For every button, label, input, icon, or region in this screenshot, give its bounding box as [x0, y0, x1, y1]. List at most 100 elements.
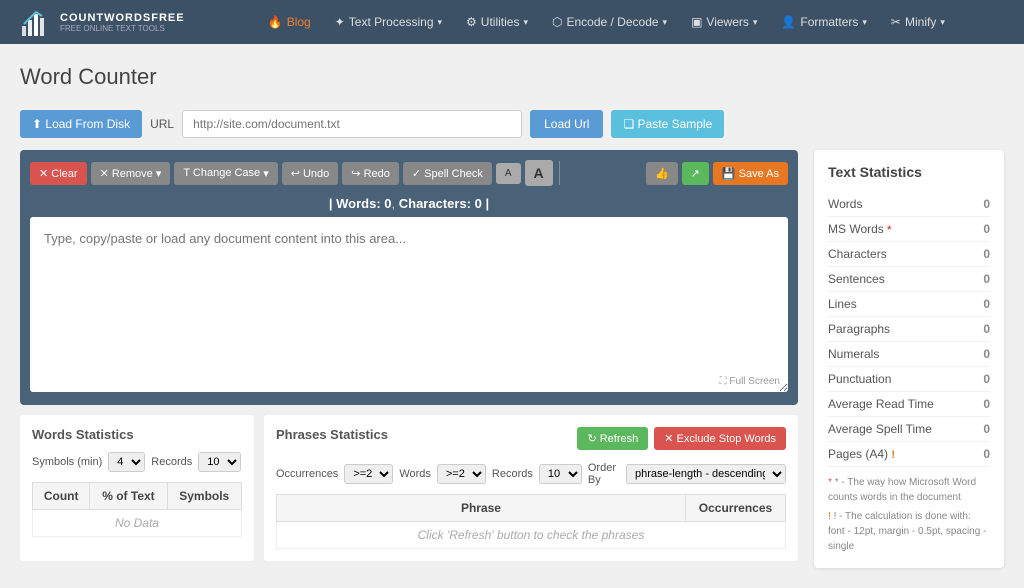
remove-button[interactable]: ✕ Remove ▾: [91, 162, 171, 185]
page-title: Word Counter: [20, 64, 1004, 90]
stat-ms-words-value: 0: [983, 222, 990, 236]
stats-footnote: * * - The way how Microsoft Word counts …: [828, 475, 990, 554]
phrases-header: Phrases Statistics ↻ Refresh ✕ Exclude S…: [276, 427, 786, 452]
stat-avg-read-label: Average Read Time: [828, 397, 934, 411]
editor-section: ✕ Clear ✕ Remove ▾ T Change Case ▾ ↩ Und…: [20, 150, 798, 568]
stat-characters-label: Characters: [828, 247, 887, 261]
stat-punctuation-label: Punctuation: [828, 372, 891, 386]
stat-avg-spell: Average Spell Time 0: [828, 417, 990, 442]
refresh-button[interactable]: ↻ Refresh: [577, 427, 648, 450]
fullscreen-button[interactable]: ⛶ Full Screen: [720, 376, 780, 387]
nav-utilities[interactable]: ⚙ Utilities ▾: [456, 9, 538, 35]
stat-paragraphs-value: 0: [983, 322, 990, 336]
viewers-icon: ▣: [691, 15, 702, 29]
undo-button[interactable]: ↩ Undo: [282, 162, 339, 185]
share-icon: ↗: [691, 167, 700, 180]
chevron-down-icon: ▾: [156, 167, 162, 180]
records-select[interactable]: 102050: [198, 452, 241, 472]
chevron-down-icon: ▾: [862, 17, 867, 28]
minify-icon: ✂: [891, 15, 901, 29]
stat-numerals-value: 0: [983, 347, 990, 361]
load-url-button[interactable]: Load Url: [530, 110, 603, 138]
share-button[interactable]: ↗: [682, 162, 709, 185]
toolbar: ✕ Clear ✕ Remove ▾ T Change Case ▾ ↩ Und…: [30, 160, 788, 186]
url-label: URL: [150, 117, 174, 131]
footnote-star: * * - The way how Microsoft Word counts …: [828, 475, 990, 505]
col-symbols: Symbols: [167, 483, 241, 510]
col-phrase: Phrase: [276, 495, 685, 522]
nav-viewers[interactable]: ▣ Viewers ▾: [681, 9, 767, 35]
spell-check-button[interactable]: ✓ Spell Check: [403, 162, 492, 185]
thumbs-icon: 👍: [655, 167, 669, 180]
stat-avg-read-value: 0: [983, 397, 990, 411]
nav-formatters[interactable]: 👤 Formatters ▾: [771, 9, 877, 35]
char-count-value: 0: [475, 196, 482, 211]
stat-words: Words 0: [828, 192, 990, 217]
clear-button[interactable]: ✕ Clear: [30, 162, 87, 185]
phrases-stats-title: Phrases Statistics: [276, 427, 388, 442]
order-by-select[interactable]: phrase-length - descending occurrences -…: [626, 464, 786, 484]
stat-avg-spell-value: 0: [983, 422, 990, 436]
symbols-label: Symbols (min): [32, 456, 102, 468]
nav-encode-decode[interactable]: ⬡ Encode / Decode ▾: [542, 9, 677, 35]
col-pct: % of Text: [90, 483, 167, 510]
chevron-down-icon: ▾: [263, 167, 269, 180]
font-smaller-button[interactable]: A: [496, 163, 521, 184]
pages-badge: !: [891, 449, 895, 461]
chevron-down-icon: ▾: [940, 17, 945, 28]
fire-icon: 🔥: [268, 15, 283, 29]
feedback-button[interactable]: 👍: [646, 162, 678, 185]
stats-title: Text Statistics: [828, 164, 990, 180]
nav-text-processing[interactable]: ✦ Text Processing ▾: [325, 9, 452, 35]
main-editor[interactable]: [30, 217, 788, 392]
redo-button[interactable]: ↪ Redo: [342, 162, 399, 185]
nav-blog[interactable]: 🔥 Blog: [258, 9, 321, 35]
bottom-panels: Words Statistics Symbols (min) 4235 Reco…: [20, 415, 798, 561]
editor-panel: ✕ Clear ✕ Remove ▾ T Change Case ▾ ↩ Und…: [20, 150, 798, 405]
stat-ms-words-label: MS Words *: [828, 222, 891, 236]
ms-badge: *: [887, 224, 891, 236]
stat-ms-words: MS Words * 0: [828, 217, 990, 242]
phrases-controls: ↻ Refresh ✕ Exclude Stop Words: [577, 427, 786, 450]
phrases-no-data-cell: Click 'Refresh' button to check the phra…: [276, 522, 785, 549]
stat-words-label: Words: [828, 197, 862, 211]
main-layout: ✕ Clear ✕ Remove ▾ T Change Case ▾ ↩ Und…: [20, 150, 1004, 568]
stat-avg-read: Average Read Time 0: [828, 392, 990, 417]
phrases-stats-table: Phrase Occurrences Click 'Refresh' butto…: [276, 494, 786, 549]
text-icon: ✦: [335, 15, 345, 29]
stat-pages: Pages (A4) ! 0: [828, 442, 990, 467]
brand[interactable]: COUNTWORDSFREE FREE ONLINE TEXT TOOLS: [16, 4, 185, 40]
gear-icon: ⚙: [466, 15, 477, 29]
exclude-stop-words-button[interactable]: ✕ Exclude Stop Words: [654, 427, 786, 450]
order-by-label: Order By: [588, 462, 620, 486]
symbols-select[interactable]: 4235: [108, 452, 145, 472]
stat-lines-value: 0: [983, 297, 990, 311]
save-as-button[interactable]: 💾 Save As: [713, 162, 788, 185]
stat-sentences-label: Sentences: [828, 272, 885, 286]
stat-punctuation-value: 0: [983, 372, 990, 386]
stat-characters: Characters 0: [828, 242, 990, 267]
phrases-filter-row: Occurrences >=2>=3>=5 Words >=2>=3>=4 Re…: [276, 462, 786, 486]
words-stats-title: Words Statistics: [32, 427, 242, 442]
nav-minify[interactable]: ✂ Minify ▾: [881, 9, 955, 35]
word-count-value: 0: [384, 196, 391, 211]
url-bar: ⬆ Load From Disk URL Load Url ❏ Paste Sa…: [20, 110, 1004, 138]
occurrences-select[interactable]: >=2>=3>=5: [344, 464, 393, 484]
phrases-records-select[interactable]: 102050: [539, 464, 582, 484]
chevron-down-icon: ▾: [753, 17, 758, 28]
stat-characters-value: 0: [983, 247, 990, 261]
stat-lines-label: Lines: [828, 297, 857, 311]
paste-sample-button[interactable]: ❏ Paste Sample: [611, 110, 724, 138]
stat-words-value: 0: [983, 197, 990, 211]
words-stats-table: Count % of Text Symbols No Data: [32, 482, 242, 537]
url-input[interactable]: [182, 110, 522, 138]
chevron-down-icon: ▾: [523, 17, 528, 28]
change-case-button[interactable]: T Change Case ▾: [174, 162, 277, 185]
font-larger-button[interactable]: A: [525, 160, 553, 186]
stat-sentences-value: 0: [983, 272, 990, 286]
encode-icon: ⬡: [552, 15, 562, 29]
load-from-disk-button[interactable]: ⬆ Load From Disk: [20, 110, 142, 138]
words-select[interactable]: >=2>=3>=4: [437, 464, 486, 484]
chevron-down-icon: ▾: [663, 17, 668, 28]
occurrences-label: Occurrences: [276, 468, 338, 480]
